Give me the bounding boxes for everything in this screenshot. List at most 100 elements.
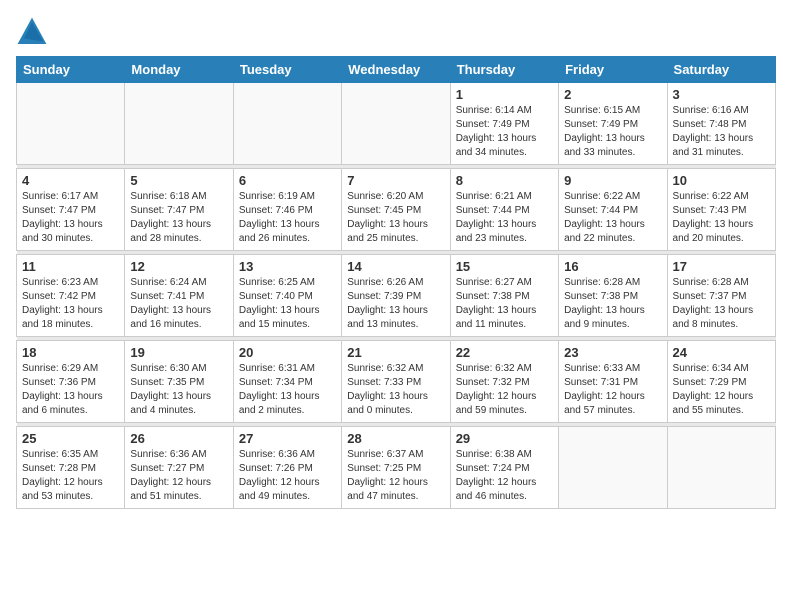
day-number: 28	[347, 431, 444, 446]
day-info: Sunrise: 6:22 AM Sunset: 7:44 PM Dayligh…	[564, 190, 661, 246]
day-info: Sunrise: 6:28 AM Sunset: 7:37 PM Dayligh…	[673, 276, 770, 332]
week-row-4: 18 Sunrise: 6:29 AM Sunset: 7:36 PM Dayli…	[17, 341, 776, 423]
day-info: Sunrise: 6:36 AM Sunset: 7:26 PM Dayligh…	[239, 448, 336, 504]
calendar-cell: 12Sunrise: 6:24 AM Sunset: 7:41 PM Dayli…	[125, 255, 233, 337]
day-number: 13	[239, 259, 336, 274]
weekday-header-monday: Monday	[125, 57, 233, 83]
day-info: Sunrise: 6:35 AM Sunset: 7:28 PM Dayligh…	[22, 448, 119, 504]
day-number: 15	[456, 259, 553, 274]
day-number: 18	[22, 345, 119, 360]
weekday-header-thursday: Thursday	[450, 57, 558, 83]
day-number: 2	[564, 87, 661, 102]
calendar-cell: 29 Sunrise: 6:38 AM Sunset: 7:24 PM Dayli…	[450, 427, 558, 509]
day-info: Sunrise: 6:32 AM Sunset: 7:32 PM Dayligh…	[456, 362, 553, 418]
calendar-cell: 5 Sunrise: 6:18 AM Sunset: 7:47 PM Daylig…	[125, 169, 233, 251]
calendar-cell: 8 Sunrise: 6:21 AM Sunset: 7:44 PM Daylig…	[450, 169, 558, 251]
calendar-cell: 18 Sunrise: 6:29 AM Sunset: 7:36 PM Dayli…	[17, 341, 125, 423]
day-number: 3	[673, 87, 770, 102]
day-number: 8	[456, 173, 553, 188]
day-number: 24	[673, 345, 770, 360]
day-info: Sunrise: 6:14 AM Sunset: 7:49 PM Dayligh…	[456, 104, 553, 160]
day-number: 19	[130, 345, 227, 360]
day-info: Sunrise: 6:31 AM Sunset: 7:34 PM Dayligh…	[239, 362, 336, 418]
day-info: Sunrise: 6:28 AM Sunset: 7:38 PM Dayligh…	[564, 276, 661, 332]
calendar-cell: 16 Sunrise: 6:28 AM Sunset: 7:38 PM Dayli…	[559, 255, 667, 337]
day-number: 9	[564, 173, 661, 188]
day-info: Sunrise: 6:34 AM Sunset: 7:29 PM Dayligh…	[673, 362, 770, 418]
day-number: 12	[130, 259, 227, 274]
day-number: 1	[456, 87, 553, 102]
day-number: 7	[347, 173, 444, 188]
calendar-cell: 17 Sunrise: 6:28 AM Sunset: 7:37 PM Dayli…	[667, 255, 775, 337]
day-number: 23	[564, 345, 661, 360]
calendar-cell: 19 Sunrise: 6:30 AM Sunset: 7:35 PM Dayli…	[125, 341, 233, 423]
calendar-cell: 6 Sunrise: 6:19 AM Sunset: 7:46 PM Daylig…	[233, 169, 341, 251]
weekday-header-wednesday: Wednesday	[342, 57, 450, 83]
day-number: 16	[564, 259, 661, 274]
day-info: Sunrise: 6:19 AM Sunset: 7:46 PM Dayligh…	[239, 190, 336, 246]
calendar-table: SundayMondayTuesdayWednesdayThursdayFrid…	[16, 56, 776, 509]
day-info: Sunrise: 6:22 AM Sunset: 7:43 PM Dayligh…	[673, 190, 770, 246]
weekday-header-friday: Friday	[559, 57, 667, 83]
weekday-header-tuesday: Tuesday	[233, 57, 341, 83]
day-info: Sunrise: 6:21 AM Sunset: 7:44 PM Dayligh…	[456, 190, 553, 246]
week-row-2: 4Sunrise: 6:17 AM Sunset: 7:47 PM Daylig…	[17, 169, 776, 251]
day-info: Sunrise: 6:36 AM Sunset: 7:27 PM Dayligh…	[130, 448, 227, 504]
day-info: Sunrise: 6:18 AM Sunset: 7:47 PM Dayligh…	[130, 190, 227, 246]
calendar-cell: 3 Sunrise: 6:16 AM Sunset: 7:48 PM Daylig…	[667, 83, 775, 165]
week-row-1: 1 Sunrise: 6:14 AM Sunset: 7:49 PM Daylig…	[17, 83, 776, 165]
day-info: Sunrise: 6:25 AM Sunset: 7:40 PM Dayligh…	[239, 276, 336, 332]
logo	[16, 16, 52, 48]
calendar-cell: 14 Sunrise: 6:26 AM Sunset: 7:39 PM Dayli…	[342, 255, 450, 337]
calendar-cell: 28 Sunrise: 6:37 AM Sunset: 7:25 PM Dayli…	[342, 427, 450, 509]
day-number: 6	[239, 173, 336, 188]
day-number: 26	[130, 431, 227, 446]
calendar-cell: 22Sunrise: 6:32 AM Sunset: 7:32 PM Dayli…	[450, 341, 558, 423]
page-header	[16, 16, 776, 48]
day-number: 4	[22, 173, 119, 188]
day-info: Sunrise: 6:20 AM Sunset: 7:45 PM Dayligh…	[347, 190, 444, 246]
day-info: Sunrise: 6:23 AM Sunset: 7:42 PM Dayligh…	[22, 276, 119, 332]
day-number: 11	[22, 259, 119, 274]
weekday-header-sunday: Sunday	[17, 57, 125, 83]
day-info: Sunrise: 6:16 AM Sunset: 7:48 PM Dayligh…	[673, 104, 770, 160]
calendar-cell: 15Sunrise: 6:27 AM Sunset: 7:38 PM Dayli…	[450, 255, 558, 337]
day-number: 5	[130, 173, 227, 188]
day-info: Sunrise: 6:30 AM Sunset: 7:35 PM Dayligh…	[130, 362, 227, 418]
day-info: Sunrise: 6:33 AM Sunset: 7:31 PM Dayligh…	[564, 362, 661, 418]
calendar-cell: 23 Sunrise: 6:33 AM Sunset: 7:31 PM Dayli…	[559, 341, 667, 423]
day-number: 29	[456, 431, 553, 446]
day-info: Sunrise: 6:37 AM Sunset: 7:25 PM Dayligh…	[347, 448, 444, 504]
calendar-cell: 24 Sunrise: 6:34 AM Sunset: 7:29 PM Dayli…	[667, 341, 775, 423]
calendar-cell: 2Sunrise: 6:15 AM Sunset: 7:49 PM Daylig…	[559, 83, 667, 165]
calendar-cell: 9 Sunrise: 6:22 AM Sunset: 7:44 PM Daylig…	[559, 169, 667, 251]
day-info: Sunrise: 6:38 AM Sunset: 7:24 PM Dayligh…	[456, 448, 553, 504]
calendar-cell: 27Sunrise: 6:36 AM Sunset: 7:26 PM Dayli…	[233, 427, 341, 509]
day-number: 17	[673, 259, 770, 274]
calendar-cell: 21 Sunrise: 6:32 AM Sunset: 7:33 PM Dayli…	[342, 341, 450, 423]
day-number: 25	[22, 431, 119, 446]
weekday-header-row: SundayMondayTuesdayWednesdayThursdayFrid…	[17, 57, 776, 83]
calendar-cell: 11 Sunrise: 6:23 AM Sunset: 7:42 PM Dayli…	[17, 255, 125, 337]
calendar-cell	[233, 83, 341, 165]
day-number: 21	[347, 345, 444, 360]
day-info: Sunrise: 6:32 AM Sunset: 7:33 PM Dayligh…	[347, 362, 444, 418]
calendar-cell	[125, 83, 233, 165]
day-info: Sunrise: 6:26 AM Sunset: 7:39 PM Dayligh…	[347, 276, 444, 332]
week-row-5: 25 Sunrise: 6:35 AM Sunset: 7:28 PM Dayli…	[17, 427, 776, 509]
weekday-header-saturday: Saturday	[667, 57, 775, 83]
day-info: Sunrise: 6:29 AM Sunset: 7:36 PM Dayligh…	[22, 362, 119, 418]
calendar-cell: 10 Sunrise: 6:22 AM Sunset: 7:43 PM Dayli…	[667, 169, 775, 251]
day-number: 14	[347, 259, 444, 274]
calendar-cell	[17, 83, 125, 165]
calendar-cell	[342, 83, 450, 165]
day-number: 20	[239, 345, 336, 360]
week-row-3: 11 Sunrise: 6:23 AM Sunset: 7:42 PM Dayli…	[17, 255, 776, 337]
calendar-cell: 7 Sunrise: 6:20 AM Sunset: 7:45 PM Daylig…	[342, 169, 450, 251]
calendar-cell: 20 Sunrise: 6:31 AM Sunset: 7:34 PM Dayli…	[233, 341, 341, 423]
logo-icon	[16, 16, 48, 48]
calendar-cell	[667, 427, 775, 509]
calendar-cell: 25 Sunrise: 6:35 AM Sunset: 7:28 PM Dayli…	[17, 427, 125, 509]
day-number: 10	[673, 173, 770, 188]
calendar-cell: 26 Sunrise: 6:36 AM Sunset: 7:27 PM Dayli…	[125, 427, 233, 509]
